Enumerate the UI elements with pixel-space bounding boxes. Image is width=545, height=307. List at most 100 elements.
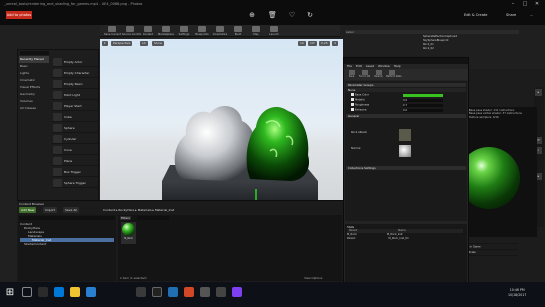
folder-search-input[interactable] — [19, 216, 115, 220]
clock[interactable]: 10:46 PM 10/18/2017 — [508, 288, 526, 297]
place-item[interactable]: Plane — [52, 155, 98, 166]
checkbox[interactable] — [351, 98, 354, 101]
modes-search-input[interactable] — [20, 51, 49, 55]
place-item[interactable]: Player Start — [52, 100, 98, 111]
category-recently-placed[interactable]: Recently Placed — [19, 56, 49, 63]
browse-icon[interactable]: ▸ — [535, 89, 542, 96]
toolbar-build-button[interactable]: Build — [230, 26, 246, 36]
windows-start-icon[interactable]: ⊞ — [4, 287, 16, 299]
toolbar-settings-button[interactable]: Settings — [176, 26, 192, 36]
unreal-icon[interactable] — [152, 287, 162, 297]
toolbar-save-button[interactable]: Save Current — [104, 26, 121, 36]
app-icon[interactable] — [200, 287, 210, 297]
outliner-row[interactable]: SphereReflectionCapture3 — [423, 35, 517, 39]
emissive-input[interactable]: 0.0 — [403, 108, 443, 112]
menu-file[interactable]: File — [347, 64, 352, 68]
toolbar-marketplace-button[interactable]: Marketplace — [158, 26, 174, 36]
add-new-button[interactable]: Add New — [19, 207, 37, 213]
toolbar-launch-button[interactable]: Launch — [266, 26, 282, 36]
checkbox[interactable] — [351, 103, 354, 106]
minimize-button[interactable]: – — [508, 1, 518, 7]
show-button[interactable]: Show — [152, 41, 165, 46]
import-button[interactable]: Import — [43, 207, 57, 213]
edge-icon[interactable] — [54, 287, 64, 297]
toolbar-cinematics-button[interactable]: Cinematics — [212, 26, 228, 36]
rotation-snap-button[interactable]: 10° — [308, 41, 318, 46]
category-all-classes[interactable]: All Classes — [19, 105, 49, 112]
param-row[interactable]: Base Color — [351, 93, 466, 97]
platform-stats-button[interactable]: Platform Stats — [386, 70, 402, 79]
category-volumes[interactable]: Volumes — [19, 98, 49, 105]
place-item[interactable]: Cube — [52, 111, 98, 122]
section-header[interactable]: Parameter Groups — [346, 83, 466, 87]
save-button[interactable]: Save — [346, 70, 357, 79]
category-cinematic[interactable]: Cinematic — [19, 77, 49, 84]
section-header[interactable]: General — [346, 114, 466, 118]
outliner-row[interactable]: Rock_02 — [423, 47, 517, 51]
asset-search-input[interactable] — [137, 216, 169, 220]
category-visual-effects[interactable]: Visual Effects — [19, 84, 49, 91]
photos-icon[interactable] — [168, 287, 178, 297]
content-browser-tab[interactable]: Content Browser — [19, 202, 44, 206]
menu-asset[interactable]: Asset — [366, 64, 374, 68]
place-item[interactable]: Cone — [52, 144, 98, 155]
save-all-button[interactable]: Save All — [63, 207, 80, 213]
level-viewport[interactable]: ▾ Perspective Lit Show 10 10° 0.25 4 — [100, 39, 343, 217]
trash-icon[interactable]: 🗑 — [268, 11, 277, 19]
scale-snap-button[interactable]: 0.25 — [319, 41, 330, 46]
add-to-photos-button[interactable]: Add to photos — [6, 11, 32, 19]
texture-thumbnail[interactable] — [399, 129, 411, 141]
place-item[interactable]: Empty Pawn — [52, 78, 98, 89]
share-button[interactable]: Share — [506, 13, 516, 17]
toolbar-play-button[interactable]: Play — [248, 26, 264, 36]
place-item[interactable]: Sphere Trigger — [52, 177, 98, 188]
category-geometry[interactable]: Geometry — [19, 91, 49, 98]
metallic-input[interactable]: 0.0 — [403, 98, 443, 102]
outliner-row[interactable]: SkySphereBlueprint — [423, 39, 517, 43]
camera-speed-button[interactable]: 4 — [332, 41, 338, 46]
tree-folder[interactable]: StarterContent — [20, 242, 114, 246]
maximize-button[interactable]: □ — [520, 1, 530, 7]
params-button[interactable]: Params — [373, 70, 384, 79]
param-row[interactable]: Metallic 0.0 — [351, 98, 466, 102]
zoom-in-icon[interactable]: ⊕ — [248, 11, 256, 19]
breadcrumb-item[interactable]: RockyHere — [118, 208, 134, 212]
checkbox[interactable] — [351, 93, 354, 96]
heart-icon[interactable]: ♡ — [288, 11, 296, 19]
filters-button[interactable]: Filters — [120, 216, 131, 220]
category-basic[interactable]: Basic — [19, 63, 49, 70]
app-icon[interactable] — [184, 287, 194, 297]
toolbar-blueprints-button[interactable]: Blueprints — [194, 26, 210, 36]
place-item[interactable]: Empty Character — [52, 67, 98, 78]
task-view-icon[interactable] — [38, 287, 48, 297]
edit-create-button[interactable]: Edit & Create — [464, 13, 487, 17]
breadcrumb-item[interactable]: Content — [103, 208, 115, 212]
place-item[interactable]: Empty Actor — [52, 56, 98, 67]
grid-snap-button[interactable]: 10 — [298, 41, 306, 46]
perspective-button[interactable]: Perspective — [111, 41, 133, 46]
search-icon[interactable] — [22, 287, 32, 297]
rotate-icon[interactable]: ↻ — [306, 11, 314, 19]
close-button[interactable]: ✕ — [532, 1, 542, 7]
category-lights[interactable]: Lights — [19, 70, 49, 77]
outliner-row[interactable]: Rock_01 — [423, 43, 517, 47]
menu-help[interactable]: Help — [394, 64, 401, 68]
place-item[interactable]: Box Trigger — [52, 166, 98, 177]
place-item[interactable]: Point Light — [52, 89, 98, 100]
file-explorer-icon[interactable] — [70, 287, 80, 297]
toolbar-content-button[interactable]: Content — [140, 26, 156, 36]
app-icon[interactable] — [232, 287, 242, 297]
view-mode-button[interactable]: Lit — [140, 41, 148, 46]
outliner-header[interactable]: Label — [345, 30, 519, 34]
breadcrumb-item[interactable]: Material_Inst — [155, 208, 174, 212]
section-header[interactable]: None — [346, 88, 466, 92]
place-item[interactable]: Cylinder — [52, 133, 98, 144]
place-item[interactable]: Sphere — [52, 122, 98, 133]
find-in-cb-button[interactable]: Find in CB — [359, 70, 370, 79]
breadcrumb-item[interactable]: Materials — [138, 208, 152, 212]
toolbar-source-control-button[interactable]: Source Control — [122, 26, 141, 36]
roughness-input[interactable]: 0.7 — [403, 103, 443, 107]
param-row[interactable]: Emissive 0.0 — [351, 108, 466, 112]
viewport-options-button[interactable]: ▾ — [102, 41, 108, 46]
store-icon[interactable] — [86, 287, 96, 297]
